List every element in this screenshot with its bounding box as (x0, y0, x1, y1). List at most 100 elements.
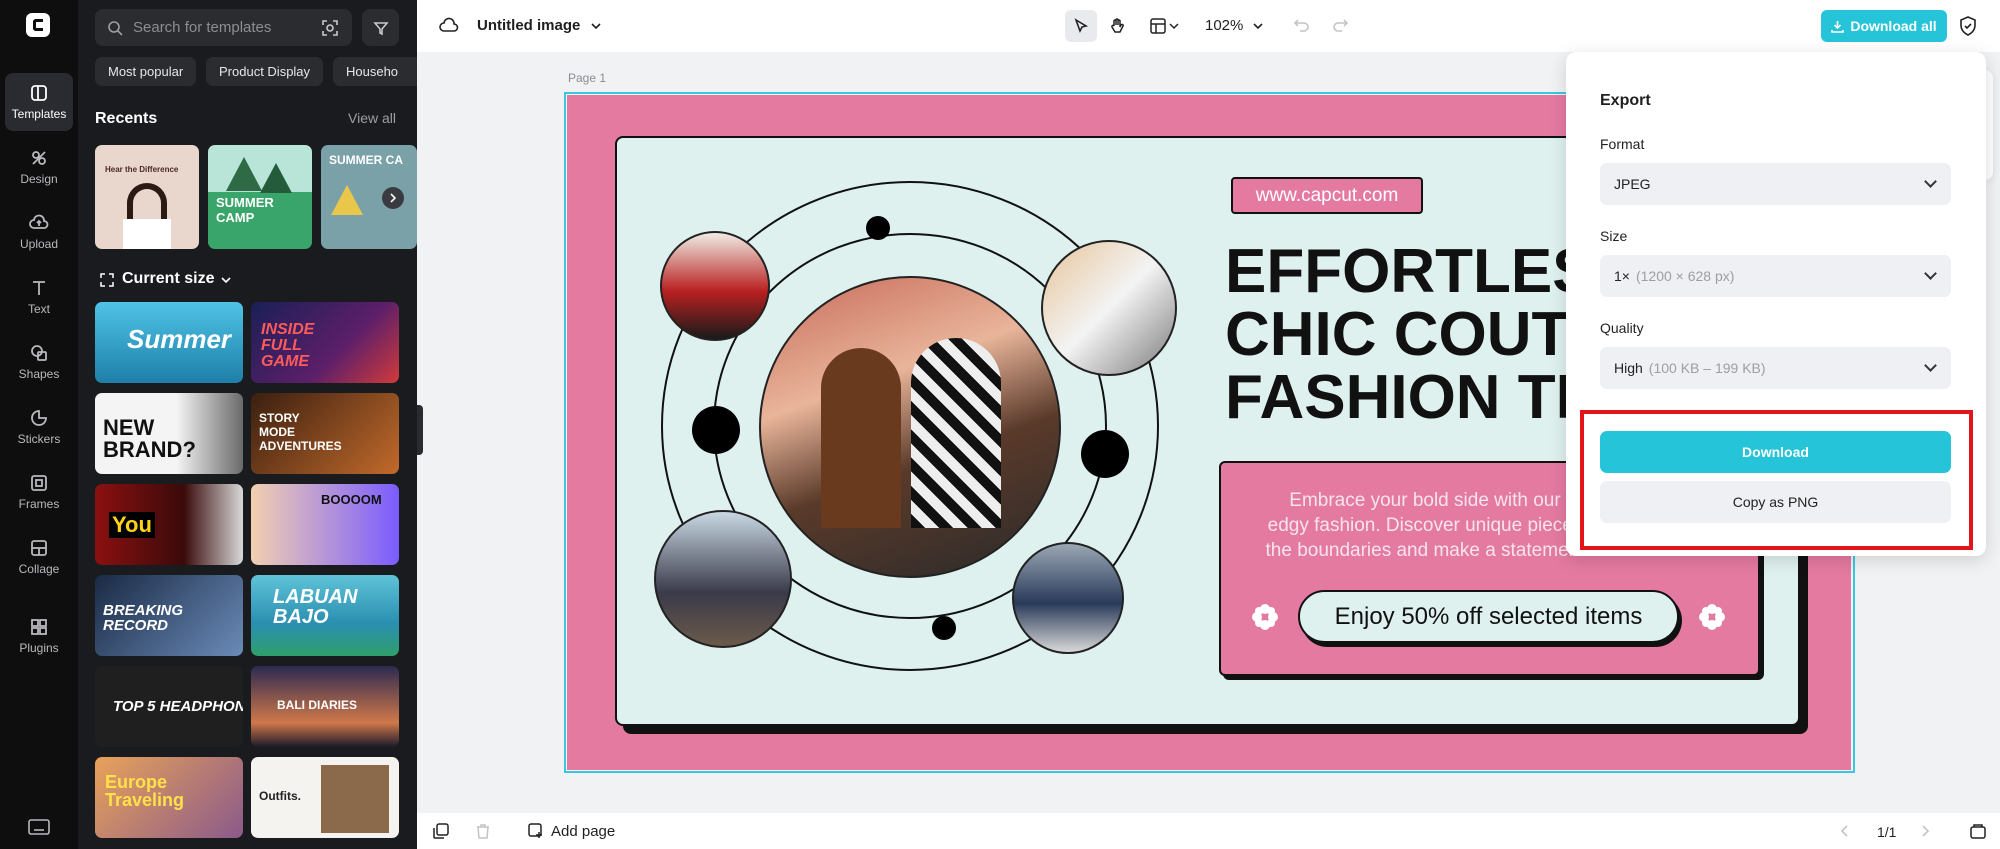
rail-item-shapes[interactable]: Shapes (5, 333, 73, 391)
template-thumb[interactable]: BALI DIARIES (251, 666, 399, 747)
template-thumb[interactable]: BOOOOM (251, 484, 399, 565)
download-all-label: Download all (1850, 18, 1937, 34)
add-page-button[interactable]: Add page (551, 823, 615, 840)
view-all-link[interactable]: View all (348, 110, 396, 126)
quality-label: Quality (1600, 320, 1644, 336)
size-value: 1× (1614, 268, 1630, 284)
select-tool-button[interactable] (1065, 10, 1097, 42)
template-thumb[interactable]: INSIDE FULL GAME (251, 302, 399, 383)
rail-item-plugins[interactable]: Plugins (5, 607, 73, 665)
headline-text[interactable]: EFFORTLESS CHIC COUTURE FASHION TRENDS (1225, 240, 1585, 429)
website-url-label[interactable]: www.capcut.com (1231, 177, 1423, 214)
promo-body-text[interactable]: Embrace your bold side with our edgy fas… (1260, 488, 1590, 563)
layout-button[interactable] (1143, 10, 1187, 42)
format-label: Format (1600, 136, 1645, 152)
collage-icon (31, 540, 47, 556)
headline-line: CHIC COUTURE (1225, 300, 1585, 369)
fashion-photo[interactable] (1012, 542, 1124, 654)
template-thumb[interactable]: Outfits. (251, 757, 399, 838)
format-select[interactable]: JPEG (1600, 163, 1951, 205)
fashion-photo[interactable] (660, 231, 770, 341)
recent-thumb[interactable]: SUMMER CAMP (208, 145, 312, 249)
decor-dot (1081, 430, 1129, 478)
panel-collapse-handle[interactable] (417, 405, 423, 455)
hand-tool-button[interactable] (1101, 10, 1133, 42)
current-size-dropdown[interactable]: Current size (122, 270, 214, 288)
fashion-photo[interactable] (654, 510, 792, 648)
download-all-button[interactable]: Download all (1821, 10, 1947, 42)
template-thumb[interactable]: You (95, 484, 243, 565)
rail-label: Collage (18, 562, 60, 576)
rail-item-templates[interactable]: Templates (5, 73, 73, 131)
chevron-down-icon[interactable] (1253, 22, 1263, 30)
filter-icon (372, 21, 389, 35)
chip-most-popular[interactable]: Most popular (95, 57, 197, 86)
hand-icon (1111, 18, 1124, 33)
decor-dot (692, 406, 740, 454)
add-page-icon[interactable] (528, 823, 544, 839)
rail-item-upload[interactable]: Upload (5, 203, 73, 261)
body-line: edgy fashion. Discover unique pieces (1267, 515, 1583, 536)
cursor-icon (1074, 18, 1089, 34)
zoom-level[interactable]: 102% (1205, 17, 1243, 34)
keyboard-icon[interactable] (28, 818, 50, 836)
rail-item-collage[interactable]: Collage (5, 528, 73, 586)
chevron-left-icon[interactable] (1841, 825, 1849, 837)
rail-item-frames[interactable]: Frames (5, 463, 73, 521)
chevron-down-icon[interactable] (591, 22, 601, 30)
template-thumb[interactable]: TOP 5 HEADPHONES (95, 666, 243, 747)
shield-check-icon[interactable] (1959, 16, 1977, 36)
top-toolbar: Untitled image 102% Download all (417, 0, 2000, 52)
image-search-icon[interactable] (321, 19, 339, 37)
recents-title: Recents (95, 110, 158, 127)
frames-icon (31, 475, 47, 491)
rail-label: Design (20, 172, 58, 186)
template-thumb[interactable]: STORY MODE ADVENTURES (251, 393, 399, 474)
undo-icon[interactable] (1294, 18, 1310, 32)
cloud-sync-icon[interactable] (439, 16, 459, 34)
template-thumb[interactable]: NEW BRAND? (95, 393, 243, 474)
design-icon (32, 151, 46, 165)
size-select[interactable]: 1× (1200 × 628 px) (1600, 255, 1951, 297)
chip-product-display[interactable]: Product Display (206, 57, 324, 86)
recents-next-button[interactable] (382, 187, 404, 209)
offer-button-text[interactable]: Enjoy 50% off selected items (1298, 590, 1679, 643)
export-title: Export (1600, 92, 1651, 109)
rail-item-design[interactable]: Design (5, 138, 73, 196)
chevron-right-icon[interactable] (1921, 825, 1929, 837)
template-thumb[interactable]: LABUAN BAJO (251, 575, 399, 656)
filter-button[interactable] (362, 9, 399, 46)
quality-select[interactable]: High (100 KB – 199 KB) (1600, 347, 1951, 389)
rail-item-text[interactable]: Text (5, 268, 73, 326)
rail-label: Frames (18, 497, 60, 511)
templates-icon (31, 85, 47, 101)
delete-page-icon[interactable] (475, 823, 491, 839)
duplicate-page-icon[interactable] (433, 823, 449, 839)
page-counter: 1/1 (1877, 824, 1897, 840)
format-value: JPEG (1614, 176, 1651, 192)
rail-item-stickers[interactable]: Stickers (5, 398, 73, 456)
rail-label: Text (27, 302, 50, 316)
bottom-toolbar: Add page 1/1 (417, 813, 2000, 849)
layout-icon (1150, 18, 1179, 34)
redo-icon[interactable] (1332, 18, 1348, 32)
template-thumb[interactable]: BREAKING RECORD (95, 575, 243, 656)
capcut-logo-icon[interactable] (26, 13, 50, 37)
rail-label: Upload (19, 237, 59, 251)
search-placeholder: Search for templates (133, 19, 272, 36)
template-thumb[interactable]: Europe Traveling (95, 757, 243, 838)
headline-line: FASHION TRENDS (1225, 363, 1585, 429)
recent-thumb[interactable]: Hear the Difference (95, 145, 199, 249)
decor-dot (866, 216, 890, 240)
quality-value: High (1614, 360, 1643, 376)
rail-label: Plugins (19, 641, 59, 655)
chip-household[interactable]: Househo (333, 57, 417, 86)
main-fashion-photo[interactable] (759, 276, 1061, 578)
pages-panel-icon[interactable] (1970, 823, 1986, 839)
size-label: Size (1600, 228, 1628, 244)
fashion-photo[interactable] (1041, 240, 1177, 376)
template-thumb[interactable]: Summer (95, 302, 243, 383)
upload-icon (29, 214, 49, 229)
search-input[interactable]: Search for templates (95, 9, 352, 46)
document-title[interactable]: Untitled image (477, 17, 580, 34)
